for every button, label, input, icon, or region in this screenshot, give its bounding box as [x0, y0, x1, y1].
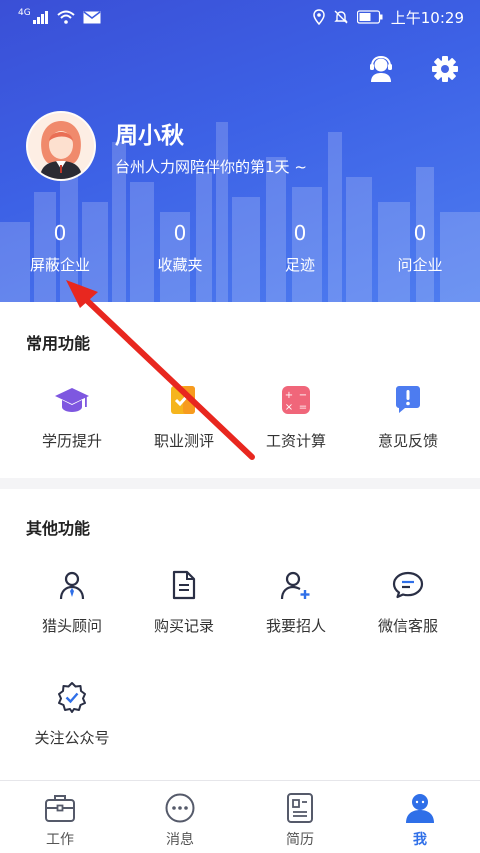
- stat-label: 屏蔽企业: [29, 256, 90, 274]
- network-label: 4G: [18, 8, 31, 18]
- document-icon: [164, 565, 204, 605]
- stat-label: 问企业: [397, 256, 443, 274]
- tab-messages[interactable]: 消息: [120, 781, 240, 853]
- grid-item-recruit[interactable]: 我要招人: [236, 565, 356, 636]
- svg-text:+: +: [285, 390, 293, 401]
- stat-footprints[interactable]: 0 足迹: [240, 220, 360, 275]
- tab-label: 我: [413, 832, 427, 848]
- calculator-icon: + − × =: [276, 380, 316, 420]
- stat-value: 0: [293, 221, 307, 245]
- mail-icon: [83, 10, 101, 23]
- grid-item-label: 我要招人: [265, 617, 326, 635]
- section-title: 常用功能: [26, 334, 91, 353]
- grid-item-headhunter[interactable]: 猎头顾问: [12, 565, 132, 636]
- grid-item-label: 意见反馈: [377, 432, 438, 450]
- verified-badge-icon: [52, 677, 92, 717]
- svg-text:×: ×: [285, 402, 293, 413]
- tab-me[interactable]: 我: [360, 781, 480, 853]
- tab-resume[interactable]: 简历: [240, 781, 360, 853]
- svg-text:−: −: [299, 390, 307, 401]
- grid-item-label: 微信客服: [377, 617, 438, 635]
- tab-work[interactable]: 工作: [0, 781, 120, 853]
- tab-label: 工作: [46, 832, 74, 848]
- grid-item-label: 购买记录: [153, 617, 214, 635]
- grid-item-label: 职业测评: [153, 432, 214, 450]
- grid-item-label: 猎头顾问: [41, 617, 102, 635]
- message-icon: [163, 791, 197, 825]
- profile-slogan: 台州人力网陪伴你的第1天 ~: [115, 158, 307, 176]
- grid-item-wechat-service[interactable]: 微信客服: [348, 565, 468, 636]
- grid-item-feedback[interactable]: 意见反馈: [348, 380, 468, 451]
- stat-ask-company[interactable]: 0 问企业: [360, 220, 480, 275]
- briefcase-icon: [43, 791, 77, 825]
- chat-bubble-icon: [388, 565, 428, 605]
- stat-value: 0: [173, 221, 187, 245]
- profile-header: 4G 上午10:29 周小秋 台州人力网陪伴你的第1天 ~ 0 屏蔽企业 0 收…: [0, 0, 480, 302]
- battery-icon: [356, 10, 383, 24]
- wifi-icon: [57, 10, 75, 24]
- svg-text:=: =: [299, 402, 307, 413]
- settings-gear-icon[interactable]: [428, 52, 462, 86]
- grid-item-salary-calculator[interactable]: + − × = 工资计算: [236, 380, 356, 451]
- stat-label: 收藏夹: [157, 256, 203, 274]
- common-functions-card: 常用功能 学历提升 职业测评 + − × = 工资计算 意见反馈: [0, 302, 480, 478]
- resume-icon: [283, 791, 317, 825]
- mute-bell-icon: [334, 10, 348, 24]
- add-person-icon: [276, 565, 316, 605]
- status-bar: 4G 上午10:29: [0, 0, 480, 34]
- stats-row: 0 屏蔽企业 0 收藏夹 0 足迹 0 问企业: [0, 220, 480, 275]
- grid-item-label: 学历提升: [41, 432, 102, 450]
- graduation-cap-icon: [52, 380, 92, 420]
- stat-blocked-companies[interactable]: 0 屏蔽企业: [0, 220, 120, 275]
- grid-item-career-assessment[interactable]: 职业测评: [124, 380, 244, 451]
- signal-icon: [32, 11, 48, 24]
- grid-item-label: 关注公众号: [34, 729, 110, 747]
- stat-favorites[interactable]: 0 收藏夹: [120, 220, 240, 275]
- grid-item-follow-official-account[interactable]: 关注公众号: [12, 677, 132, 748]
- clock-text: 上午10:29: [390, 8, 464, 27]
- stat-value: 0: [53, 221, 67, 245]
- customer-service-icon[interactable]: [364, 52, 398, 86]
- bottom-tab-bar: 工作 消息 简历 我: [0, 780, 480, 853]
- assessment-icon: [164, 380, 204, 420]
- headhunter-icon: [52, 565, 92, 605]
- grid-item-label: 工资计算: [265, 432, 326, 450]
- stat-value: 0: [413, 221, 427, 245]
- tab-label: 简历: [286, 832, 314, 848]
- tab-label: 消息: [166, 832, 194, 848]
- location-icon: [313, 9, 325, 25]
- me-icon: [403, 791, 437, 825]
- grid-item-education[interactable]: 学历提升: [12, 380, 132, 451]
- feedback-icon: [388, 380, 428, 420]
- username: 周小秋: [115, 123, 184, 149]
- avatar[interactable]: [26, 111, 96, 181]
- grid-item-purchase-records[interactable]: 购买记录: [124, 565, 244, 636]
- stat-label: 足迹: [284, 256, 315, 274]
- other-functions-card: 其他功能 猎头顾问 购买记录 我要招人 微信客服 关注公众号: [0, 489, 480, 780]
- section-title: 其他功能: [26, 519, 91, 538]
